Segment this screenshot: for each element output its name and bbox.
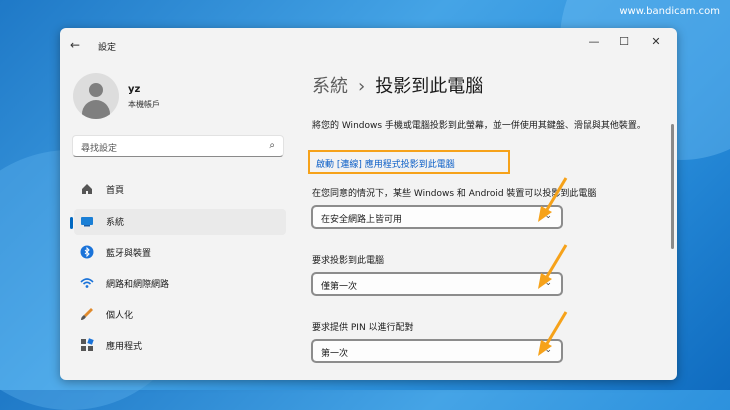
breadcrumb-separator: › [358, 76, 366, 97]
bluetooth-icon [80, 245, 94, 259]
sidebar-item-label: 個人化 [106, 311, 134, 321]
dropdown-value: 僅第一次 [321, 282, 358, 292]
search-placeholder: 尋找設定 [81, 144, 118, 154]
breadcrumb-parent[interactable]: 系統 [312, 76, 348, 97]
highlight-box: 啟動 [連線] 應用程式投影到此電腦 [308, 150, 510, 174]
sidebar-item-network[interactable]: 網路和網際網路 [74, 271, 286, 297]
scrollbar[interactable] [671, 124, 674, 249]
sidebar-item-apps[interactable]: 應用程式 [74, 333, 286, 359]
setting-label-availability: 在您同意的情況下，某些 Windows 和 Android 裝置可以投影到此電腦 [312, 189, 597, 199]
sidebar-item-label: 應用程式 [106, 342, 143, 352]
window-title: 設定 [98, 43, 117, 53]
avatar[interactable] [73, 73, 119, 119]
settings-window: ← 設定 — ☐ ✕ yz 本機帳戶 尋找設定 ⌕ 首頁 系統 藍牙與裝置 網路… [60, 28, 677, 380]
brush-icon [81, 308, 93, 320]
sidebar-item-system[interactable]: 系統 [70, 209, 286, 235]
sidebar-item-bluetooth[interactable]: 藍牙與裝置 [74, 240, 286, 266]
dropdown-value: 在安全網路上皆可用 [321, 215, 403, 225]
wifi-icon [80, 278, 94, 288]
pin-dropdown[interactable]: 第一次 ⌄ [311, 339, 563, 363]
apps-icon [81, 338, 94, 351]
setting-label-pin: 要求提供 PIN 以進行配對 [312, 323, 414, 333]
sidebar-item-label: 網路和網際網路 [106, 280, 170, 290]
ask-project-dropdown[interactable]: 僅第一次 ⌄ [311, 272, 563, 296]
search-input[interactable]: 尋找設定 ⌕ [72, 135, 284, 157]
sidebar-item-personalization[interactable]: 個人化 [74, 302, 286, 328]
availability-dropdown[interactable]: 在安全網路上皆可用 ⌄ [311, 205, 563, 229]
breadcrumb: 系統 › 投影到此電腦 [312, 72, 483, 98]
account-type: 本機帳戶 [128, 100, 160, 109]
setting-label-ask-project: 要求投影到此電腦 [312, 256, 385, 266]
user-name: yz [128, 84, 141, 95]
watermark: www.bandicam.com [619, 6, 720, 17]
search-icon: ⌕ [269, 140, 275, 151]
sidebar-item-label: 首頁 [106, 186, 125, 196]
dropdown-value: 第一次 [321, 349, 349, 359]
active-indicator [70, 217, 73, 229]
monitor-icon [81, 217, 93, 227]
back-arrow-icon[interactable]: ← [70, 38, 80, 52]
chevron-down-icon: ⌄ [544, 211, 552, 221]
chevron-down-icon: ⌄ [544, 278, 552, 288]
sidebar-item-home[interactable]: 首頁 [74, 177, 286, 203]
sidebar-item-label: 系統 [106, 218, 125, 228]
sidebar-item-label: 藍牙與裝置 [106, 249, 152, 259]
launch-connect-link[interactable]: 啟動 [連線] 應用程式投影到此電腦 [316, 157, 455, 170]
page-title: 投影到此電腦 [375, 76, 484, 97]
description-text: 將您的 Windows 手機或電腦投影到此螢幕，並一併使用其鍵盤、滑鼠與其他裝置… [312, 121, 646, 131]
home-icon [82, 184, 92, 194]
main-content: 系統 › 投影到此電腦 將您的 Windows 手機或電腦投影到此螢幕，並一併使用其… [300, 28, 677, 380]
chevron-down-icon: ⌄ [544, 345, 552, 355]
